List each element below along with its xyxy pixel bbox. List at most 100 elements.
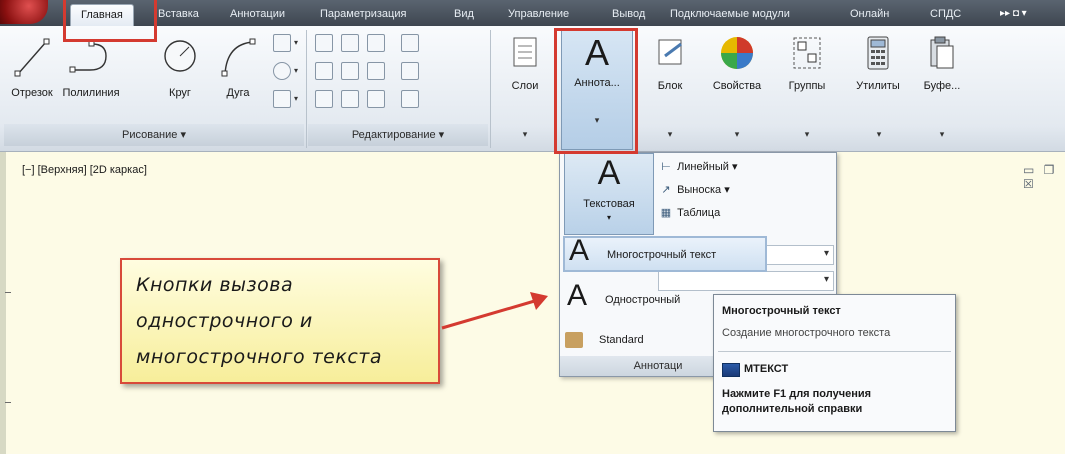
circle-icon bbox=[164, 40, 196, 72]
move-button[interactable] bbox=[315, 34, 333, 52]
modify-panel-title[interactable]: Редактирование ▾ bbox=[308, 124, 488, 146]
color-wheel-icon bbox=[721, 37, 753, 69]
mtext-tooltip: Многострочный текст Создание многострочн… bbox=[713, 294, 956, 432]
ellipse-button[interactable] bbox=[273, 62, 291, 80]
tooltip-description: Создание многострочного текста bbox=[722, 327, 891, 339]
table-label: Таблица bbox=[677, 207, 721, 219]
properties-dropdown-arrow[interactable]: ▾ bbox=[722, 129, 752, 140]
block-icon bbox=[658, 39, 682, 65]
ribbon-tab-bar: Главная Вставка Аннотации Параметризация… bbox=[0, 0, 1065, 26]
tooltip-title: Многострочный текст bbox=[722, 305, 841, 317]
text-dropdown-arrow[interactable]: ▾ bbox=[565, 213, 653, 222]
text-label: Текстовая bbox=[583, 198, 635, 210]
tab-online[interactable]: Онлайн bbox=[850, 4, 889, 26]
annotation-callout: Кнопки вызова однострочного и многостроч… bbox=[120, 258, 440, 384]
panel-separator bbox=[306, 30, 307, 148]
edge-tick bbox=[5, 292, 11, 293]
block-label: Блок bbox=[657, 80, 683, 92]
viewport-controls-label[interactable]: [−] [Верхняя] [2D каркас] bbox=[22, 164, 147, 176]
utilities-dropdown-arrow[interactable]: ▾ bbox=[864, 129, 894, 140]
block-dropdown-arrow[interactable]: ▾ bbox=[655, 129, 685, 140]
erase-button[interactable] bbox=[401, 34, 419, 52]
tab-spds[interactable]: СПДС bbox=[930, 4, 961, 26]
linear-dimension-icon: ⊢ bbox=[661, 161, 671, 173]
line-button[interactable]: Отрезок bbox=[6, 36, 58, 99]
polyline-icon bbox=[69, 40, 107, 73]
clipboard-icon bbox=[930, 36, 954, 69]
leader-label: Выноска ▾ bbox=[677, 184, 730, 196]
annotation-button-highlight bbox=[554, 28, 638, 154]
table-button[interactable]: ▦ Таблица bbox=[658, 203, 720, 223]
tooltip-command: МТЕКСТ bbox=[744, 363, 789, 375]
calculator-icon bbox=[867, 36, 889, 70]
clipboard-button[interactable]: Буфе... bbox=[914, 28, 970, 120]
ellipse-dropdown-arrow[interactable]: ▾ bbox=[294, 66, 298, 75]
utilities-label: Утилиты bbox=[856, 80, 900, 92]
panel-separator bbox=[490, 30, 491, 148]
polyline-button[interactable]: Полилиния bbox=[60, 36, 122, 99]
home-tab-highlight bbox=[63, 0, 157, 42]
block-button[interactable]: Блок bbox=[642, 28, 698, 120]
ribbon: Отрезок Полилиния Круг Дуга ▾ ▾ ▾ Рисова… bbox=[0, 26, 1065, 152]
draw-panel-title[interactable]: Рисование ▾ bbox=[4, 124, 304, 146]
layers-button[interactable]: Слои bbox=[494, 28, 556, 120]
table-style-row[interactable]: Standard bbox=[563, 331, 713, 351]
trim-button[interactable] bbox=[367, 34, 385, 52]
properties-label: Свойства bbox=[712, 80, 762, 92]
table-style-label: Standard bbox=[599, 334, 644, 346]
mirror-button[interactable] bbox=[341, 62, 359, 80]
tab-annotate[interactable]: Аннотации bbox=[230, 4, 285, 26]
rectangle-button[interactable] bbox=[273, 34, 291, 52]
callout-line-3: многострочного текста bbox=[136, 346, 382, 368]
hatch-button[interactable] bbox=[273, 90, 291, 108]
utilities-button[interactable]: Утилиты bbox=[846, 28, 910, 120]
groups-button[interactable]: Группы bbox=[774, 28, 840, 120]
groups-dropdown-arrow[interactable]: ▾ bbox=[792, 129, 822, 140]
scale-button[interactable] bbox=[341, 90, 359, 108]
text-icon: A bbox=[597, 154, 621, 192]
viewport-window-controls[interactable]: ▭ ❐ ☒ bbox=[1023, 163, 1065, 191]
leader-button[interactable]: ↗ Выноска ▾ bbox=[658, 180, 730, 200]
tab-plugins[interactable]: Подключаемые модули bbox=[670, 4, 790, 26]
arc-icon bbox=[221, 38, 256, 77]
tab-insert[interactable]: Вставка bbox=[158, 4, 199, 26]
rectangle-dropdown-arrow[interactable]: ▾ bbox=[294, 38, 298, 47]
arc-button[interactable]: Дуга bbox=[218, 36, 258, 99]
tooltip-divider bbox=[718, 351, 951, 352]
callout-line-1: Кнопки вызова bbox=[136, 274, 294, 296]
multiline-text-menu-item[interactable]: A Многострочный текст bbox=[563, 234, 767, 272]
tab-output[interactable]: Вывод bbox=[612, 4, 645, 26]
tab-manage[interactable]: Управление bbox=[508, 4, 569, 26]
offset-button[interactable] bbox=[401, 90, 419, 108]
callout-arrow bbox=[441, 292, 548, 330]
table-style-icon bbox=[565, 332, 583, 348]
tab-overflow-controls[interactable]: ▸▸ ◘ ▾ bbox=[1000, 4, 1027, 24]
application-menu-button[interactable] bbox=[0, 0, 48, 24]
callout-line-2: однострочного и bbox=[136, 310, 313, 332]
tooltip-help: Нажмите F1 для получения дополнительной … bbox=[722, 388, 872, 415]
clipboard-dropdown-arrow[interactable]: ▾ bbox=[927, 129, 957, 140]
copy-button[interactable] bbox=[315, 62, 333, 80]
line-label: Отрезок bbox=[11, 87, 53, 99]
groups-icon bbox=[793, 37, 821, 69]
linear-dimension-button[interactable]: ⊢ Линейный ▾ bbox=[658, 157, 737, 177]
tab-view[interactable]: Вид bbox=[454, 4, 474, 26]
multiline-text-icon: A bbox=[569, 234, 590, 267]
explode-button[interactable] bbox=[401, 62, 419, 80]
hatch-dropdown-arrow[interactable]: ▾ bbox=[294, 94, 298, 103]
single-line-text-icon: A bbox=[567, 279, 588, 312]
leader-icon: ↗ bbox=[661, 184, 671, 196]
polyline-label: Полилиния bbox=[62, 87, 120, 99]
clipboard-label: Буфе... bbox=[923, 80, 961, 92]
tab-parametric[interactable]: Параметризация bbox=[320, 4, 406, 26]
fillet-button[interactable] bbox=[367, 62, 385, 80]
circle-button[interactable]: Круг bbox=[160, 36, 200, 99]
rotate-button[interactable] bbox=[341, 34, 359, 52]
properties-button[interactable]: Свойства bbox=[704, 28, 770, 120]
layers-icon bbox=[513, 37, 537, 67]
single-line-text-menu-item[interactable]: A Однострочный bbox=[563, 279, 713, 319]
layers-dropdown-arrow[interactable]: ▾ bbox=[510, 129, 540, 140]
text-split-button[interactable]: A Текстовая ▾ bbox=[564, 153, 654, 235]
array-button[interactable] bbox=[367, 90, 385, 108]
stretch-button[interactable] bbox=[315, 90, 333, 108]
